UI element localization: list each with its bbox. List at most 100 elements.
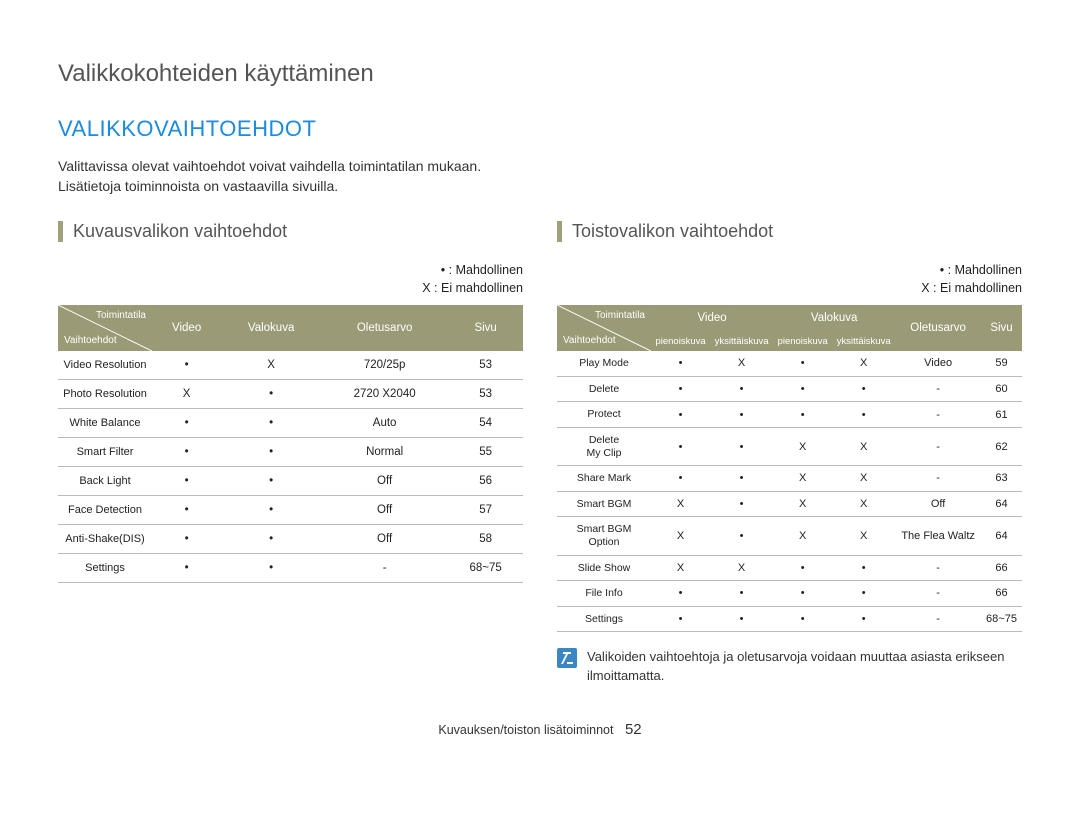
cell: X bbox=[651, 555, 710, 581]
cell: Off bbox=[321, 525, 448, 554]
table-row: Anti-Shake(DIS)••Off58 bbox=[58, 525, 523, 554]
sub-single-p: yksittäiskuva bbox=[832, 331, 895, 351]
cell: 60 bbox=[981, 376, 1022, 402]
legend-impossible: X : Ei mahdollinen bbox=[422, 281, 523, 295]
row-label: Back Light bbox=[58, 467, 152, 496]
cell: 58 bbox=[448, 525, 523, 554]
playback-menu-column: Toistovalikon vaihtoehdot • : Mahdolline… bbox=[557, 221, 1022, 685]
row-label: Protect bbox=[557, 402, 651, 428]
diag-bot-r: Vaihtoehdot bbox=[563, 335, 616, 346]
cell: • bbox=[152, 554, 221, 583]
cell: • bbox=[651, 376, 710, 402]
row-label: Smart BGMOption bbox=[557, 517, 651, 555]
row-label: Settings bbox=[58, 554, 152, 583]
col-valokuva: Valokuva bbox=[221, 305, 321, 351]
note-icon bbox=[557, 648, 577, 668]
legend-possible: • : Mahdollinen bbox=[441, 263, 523, 277]
cell: Normal bbox=[321, 438, 448, 467]
cell: The Flea Waltz bbox=[895, 517, 981, 555]
cell: 61 bbox=[981, 402, 1022, 428]
row-label: Slide Show bbox=[557, 555, 651, 581]
cell: X bbox=[832, 427, 895, 465]
row-label: Video Resolution bbox=[58, 351, 152, 380]
legend-possible: • : Mahdollinen bbox=[940, 263, 1022, 277]
table-row: Play Mode•X•XVideo59 bbox=[557, 351, 1022, 376]
cell: • bbox=[651, 606, 710, 632]
diag-header-right: Toimintatila Vaihtoehdot bbox=[557, 305, 651, 351]
cell: X bbox=[832, 351, 895, 376]
cell: • bbox=[152, 438, 221, 467]
cell: • bbox=[832, 402, 895, 428]
table-row: Settings••-68~75 bbox=[58, 554, 523, 583]
col-sivu: Sivu bbox=[448, 305, 523, 351]
cell: - bbox=[895, 606, 981, 632]
cell: • bbox=[710, 466, 773, 492]
cell: • bbox=[773, 606, 832, 632]
recording-menu-column: Kuvausvalikon vaihtoehdot • : Mahdolline… bbox=[58, 221, 523, 685]
section-heading: VALIKKOVAIHTOEHDOT bbox=[58, 116, 1022, 142]
cell: 55 bbox=[448, 438, 523, 467]
table-row: Smart BGMOptionX•XXThe Flea Waltz64 bbox=[557, 517, 1022, 555]
row-label: Settings bbox=[557, 606, 651, 632]
cell: X bbox=[832, 491, 895, 517]
cell: • bbox=[221, 467, 321, 496]
cell: • bbox=[773, 402, 832, 428]
cell: X bbox=[651, 491, 710, 517]
cell: • bbox=[710, 491, 773, 517]
cell: - bbox=[895, 402, 981, 428]
cell: • bbox=[152, 351, 221, 380]
cell: • bbox=[152, 496, 221, 525]
cell: Auto bbox=[321, 409, 448, 438]
note-box: Valikoiden vaihtoehtoja ja oletusarvoja … bbox=[557, 648, 1022, 684]
cell: • bbox=[651, 402, 710, 428]
page: Valikkokohteiden käyttäminen VALIKKOVAIH… bbox=[0, 0, 1080, 758]
cell: • bbox=[221, 380, 321, 409]
intro-text: Valittavissa olevat vaihtoehdot voivat v… bbox=[58, 156, 1022, 197]
col-sivu-r: Sivu bbox=[981, 305, 1022, 351]
cell: X bbox=[651, 517, 710, 555]
table-row: Photo ResolutionX•2720 X204053 bbox=[58, 380, 523, 409]
two-column-layout: Kuvausvalikon vaihtoehdot • : Mahdolline… bbox=[58, 221, 1022, 685]
cell: - bbox=[321, 554, 448, 583]
row-label: Delete bbox=[557, 376, 651, 402]
row-label: Smart Filter bbox=[58, 438, 152, 467]
recording-menu-tbody: Video Resolution•X720/25p53Photo Resolut… bbox=[58, 351, 523, 583]
cell: Off bbox=[321, 496, 448, 525]
group-video: Video bbox=[651, 305, 773, 331]
col-oletusarvo: Oletusarvo bbox=[321, 305, 448, 351]
cell: 66 bbox=[981, 581, 1022, 607]
cell: • bbox=[710, 402, 773, 428]
cell: - bbox=[895, 555, 981, 581]
cell: • bbox=[710, 517, 773, 555]
cell: • bbox=[773, 376, 832, 402]
cell: 64 bbox=[981, 517, 1022, 555]
cell: 54 bbox=[448, 409, 523, 438]
col-video: Video bbox=[152, 305, 221, 351]
cell: X bbox=[832, 517, 895, 555]
footer-page-number: 52 bbox=[625, 721, 642, 738]
cell: • bbox=[221, 438, 321, 467]
cell: Video bbox=[895, 351, 981, 376]
row-label: Share Mark bbox=[557, 466, 651, 492]
table-row: File Info••••-66 bbox=[557, 581, 1022, 607]
table-row: Smart BGMX•XXOff64 bbox=[557, 491, 1022, 517]
table-row: Slide ShowXX••-66 bbox=[557, 555, 1022, 581]
cell: 57 bbox=[448, 496, 523, 525]
diag-bot: Vaihtoehdot bbox=[64, 335, 117, 346]
cell: • bbox=[651, 351, 710, 376]
cell: 2720 X2040 bbox=[321, 380, 448, 409]
diag-header-left: Toimintatila Vaihtoehdot bbox=[58, 305, 152, 351]
group-valokuva: Valokuva bbox=[773, 305, 895, 331]
table-row: DeleteMy Clip••XX-62 bbox=[557, 427, 1022, 465]
row-label: DeleteMy Clip bbox=[557, 427, 651, 465]
sub-single-v: yksittäiskuva bbox=[710, 331, 773, 351]
row-label: Play Mode bbox=[557, 351, 651, 376]
row-label: Face Detection bbox=[58, 496, 152, 525]
cell: • bbox=[221, 496, 321, 525]
cell: X bbox=[710, 351, 773, 376]
footer-text: Kuvauksen/toiston lisätoiminnot bbox=[438, 723, 613, 737]
cell: X bbox=[152, 380, 221, 409]
cell: • bbox=[832, 606, 895, 632]
note-text: Valikoiden vaihtoehtoja ja oletusarvoja … bbox=[587, 648, 1022, 684]
cell: 66 bbox=[981, 555, 1022, 581]
